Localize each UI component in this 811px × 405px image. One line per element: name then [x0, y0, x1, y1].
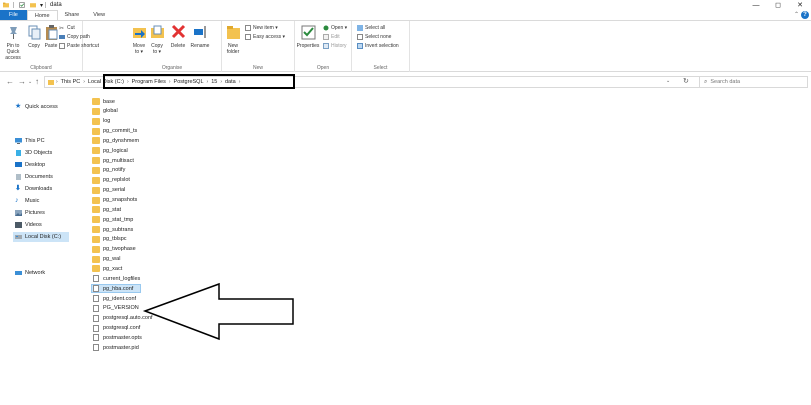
annotation-arrow	[142, 282, 294, 341]
